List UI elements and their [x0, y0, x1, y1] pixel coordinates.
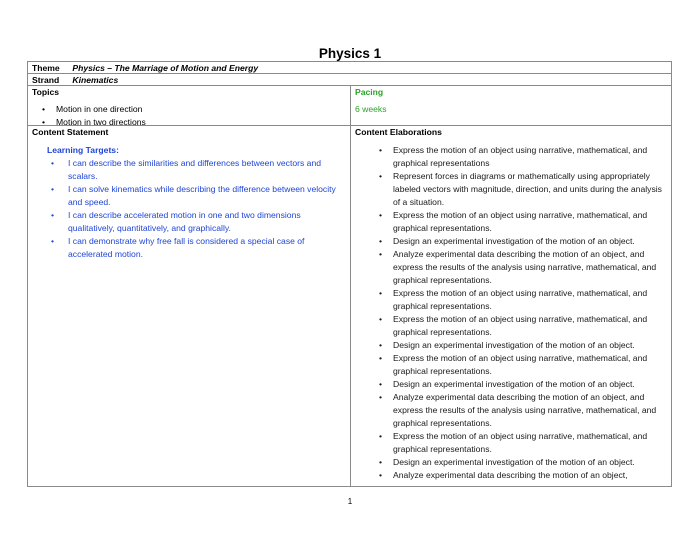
topics-cell: Topics Motion in one direction Motion in…	[28, 86, 351, 129]
curriculum-table: Theme Physics – The Marriage of Motion a…	[27, 61, 672, 487]
pacing-heading: Pacing	[355, 87, 384, 97]
elaboration-item: Analyze experimental data describing the…	[379, 391, 667, 430]
learning-target-item: I can solve kinematics while describing …	[51, 183, 346, 209]
topics-heading: Topics	[32, 87, 60, 97]
theme-row: Theme Physics – The Marriage of Motion a…	[28, 62, 671, 74]
elaboration-item: Express the motion of an object using na…	[379, 144, 667, 170]
elaboration-item: Design an experimental investigation of …	[379, 339, 667, 352]
elaboration-item: Express the motion of an object using na…	[379, 209, 667, 235]
elaboration-item: Express the motion of an object using na…	[379, 287, 667, 313]
pacing-value: 6 weeks	[355, 104, 387, 114]
elaboration-item: Represent forces in diagrams or mathemat…	[379, 170, 667, 209]
topic-item: Motion in one direction	[42, 103, 346, 116]
elaboration-item: Express the motion of an object using na…	[379, 430, 667, 456]
strand-value: Kinematics	[72, 75, 119, 85]
learning-target-item: I can describe the similarities and diff…	[51, 157, 346, 183]
strand-label: Strand	[32, 75, 60, 85]
strand-row: Strand Kinematics	[28, 74, 671, 86]
learning-targets-title: Learning Targets:	[47, 145, 119, 155]
learning-targets-list: I can describe the similarities and diff…	[47, 157, 346, 261]
learning-targets: Learning Targets: I can describe the sim…	[32, 144, 346, 261]
page-title: Physics 1	[318, 46, 382, 61]
content-elaborations-heading: Content Elaborations	[355, 127, 442, 137]
elaboration-item: Design an experimental investigation of …	[379, 235, 667, 248]
content-elaborations-cell: Content Elaborations Express the motion …	[351, 126, 671, 486]
topics-pacing-row: Topics Motion in one direction Motion in…	[28, 86, 671, 129]
elaboration-item: Express the motion of an object using na…	[379, 352, 667, 378]
topics-list: Motion in one direction Motion in two di…	[32, 103, 346, 129]
theme-value: Physics – The Marriage of Motion and Ene…	[72, 63, 259, 73]
elaboration-item: Design an experimental investigation of …	[379, 456, 667, 469]
content-row: Content Statement Learning Targets: I ca…	[28, 126, 671, 486]
elaboration-item: Design an experimental investigation of …	[379, 378, 667, 391]
elaboration-item: Analyze experimental data describing the…	[379, 469, 667, 482]
theme-label: Theme	[32, 63, 60, 73]
pacing-cell: Pacing 6 weeks	[351, 86, 671, 125]
elaboration-item: Analyze experimental data describing the…	[379, 248, 667, 287]
topic-item: Motion in two directions	[42, 116, 346, 129]
elaboration-item: Express the motion of an object using na…	[379, 313, 667, 339]
content-statement-cell: Content Statement Learning Targets: I ca…	[28, 126, 351, 486]
learning-target-item: I can describe accelerated motion in one…	[51, 209, 346, 235]
content-elaborations-list: Express the motion of an object using na…	[355, 144, 667, 482]
page-number: 1	[347, 497, 353, 506]
learning-target-item: I can demonstrate why free fall is consi…	[51, 235, 346, 261]
